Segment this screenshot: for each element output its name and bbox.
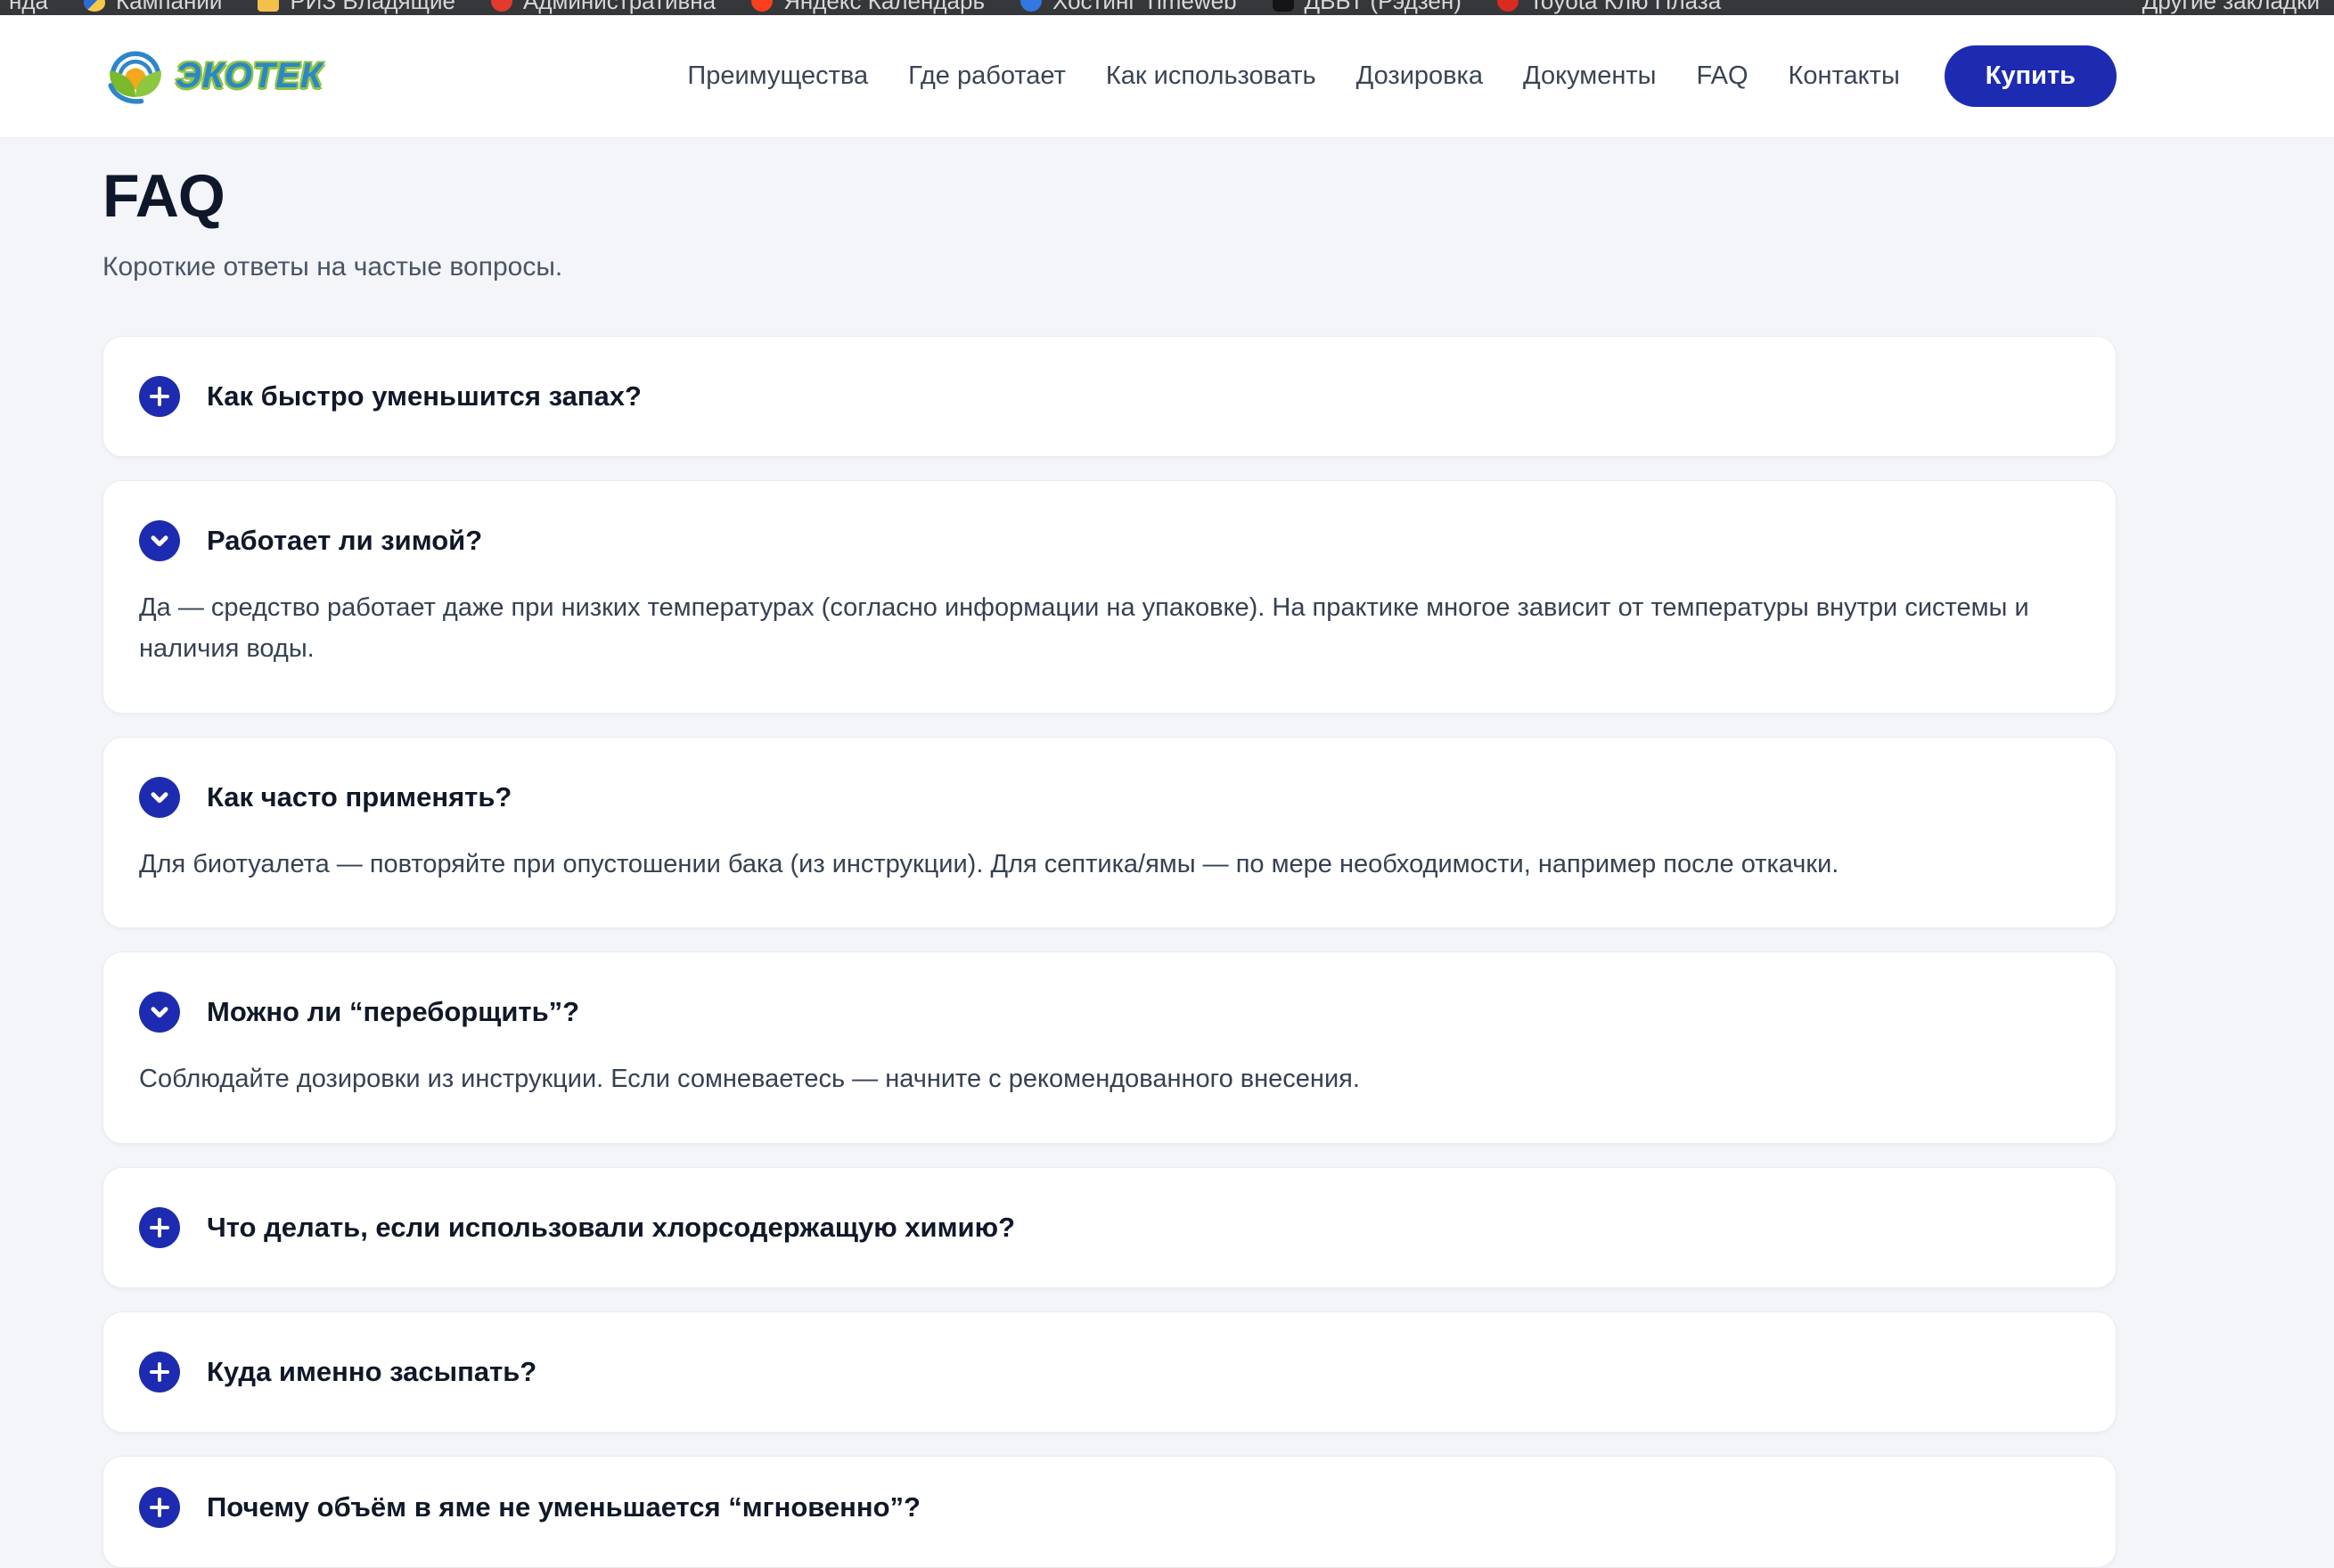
faq-question-toggle[interactable]: Как часто применять? — [139, 777, 2080, 818]
red-badge-icon — [491, 0, 512, 12]
blue-badge-icon — [1020, 0, 1042, 12]
faq-question-label: Что делать, если использовали хлорсодерж… — [207, 1212, 1015, 1244]
bookmark-item[interactable]: Хостинг Timeweb — [1020, 0, 1237, 15]
page-subtitle: Короткие ответы на частые вопросы. — [102, 252, 2117, 282]
bookmark-label: РИЗ Владящие — [290, 0, 455, 15]
plus-icon — [139, 1352, 180, 1392]
other-bookmarks-label: Другие закладки — [2142, 0, 2320, 15]
chevron-down-icon — [139, 520, 180, 561]
faq-card: Можно ли “переборщить”? Соблюдайте дозиро… — [102, 951, 2117, 1144]
bookmark-item[interactable]: РИЗ Владящие — [258, 0, 455, 15]
bookmark-item[interactable]: Кампании — [84, 0, 222, 15]
bookmark-label: Кампании — [116, 0, 222, 15]
faq-question-toggle[interactable]: Куда именно засыпать? — [139, 1352, 2080, 1392]
faq-card: Куда именно засыпать? — [102, 1311, 2117, 1433]
faq-answer: Соблюдайте дозировки из инструкции. Если… — [139, 1059, 2073, 1100]
faq-card: Как часто применять? Для биотуалета — пов… — [102, 737, 2117, 929]
bookmark-item[interactable]: Яндекс Календарь — [751, 0, 985, 15]
logo-leaf-sun-icon — [102, 41, 168, 111]
bookmark-label: нда — [9, 0, 48, 15]
faq-card: Что делать, если использовали хлорсодерж… — [102, 1167, 2117, 1288]
nav-link[interactable]: Дозировка — [1356, 61, 1483, 91]
faq-question-toggle[interactable]: Как быстро уменьшится запах? — [139, 376, 2080, 417]
folder-icon — [258, 0, 279, 12]
bookmark-label: Яндекс Календарь — [783, 0, 985, 15]
faq-question-label: Почему объём в яме не уменьшается “мгнов… — [207, 1491, 921, 1523]
nav-link[interactable]: FAQ — [1697, 61, 1748, 91]
nav-link[interactable]: Преимущества — [687, 61, 868, 91]
faq-question-label: Как быстро уменьшится запах? — [207, 380, 642, 412]
faq-card: Как быстро уменьшится запах? — [102, 336, 2117, 457]
black-badge-icon — [1273, 0, 1294, 12]
red-badge-icon — [1497, 0, 1519, 12]
plus-icon — [139, 1487, 180, 1528]
faq-section: FAQ Короткие ответы на частые вопросы. К… — [102, 161, 2117, 1568]
bookmark-item[interactable]: ДВБТ (Рэдзен) — [1273, 0, 1462, 15]
bookmark-label: ДВБТ (Рэдзен) — [1305, 0, 1462, 15]
bookmark-label: Toyota Клю Плаза — [1529, 0, 1721, 15]
ecotek-logo[interactable]: ЭКОТЕК — [102, 41, 323, 111]
faq-question-label: Куда именно засыпать? — [207, 1356, 536, 1388]
plus-icon — [139, 1207, 180, 1248]
nav-link[interactable]: Контакты — [1789, 61, 1900, 91]
faq-card: Работает ли зимой? Да — средство работает… — [102, 480, 2117, 714]
other-bookmarks-button[interactable]: Другие закладки — [2142, 0, 2320, 15]
buy-button[interactable]: Купить — [1945, 45, 2117, 107]
chevron-down-icon — [139, 992, 180, 1033]
faq-question-toggle[interactable]: Почему объём в яме не уменьшается “мгнов… — [139, 1487, 2080, 1528]
logo-wordmark: ЭКОТЕК — [176, 56, 323, 96]
faq-answer: Для биотуалета — повторяйте при опустоше… — [139, 845, 2073, 886]
faq-question-toggle[interactable]: Что делать, если использовали хлорсодерж… — [139, 1207, 2080, 1248]
bookmark-label: Хостинг Timeweb — [1052, 0, 1237, 15]
faq-question-label: Можно ли “переборщить”? — [207, 996, 579, 1028]
red-badge-icon — [751, 0, 773, 12]
nav-link[interactable]: Где работает — [908, 61, 1066, 91]
nav-link[interactable]: Как использовать — [1106, 61, 1316, 91]
faq-list: Как быстро уменьшится запах? Работает ли … — [102, 336, 2117, 1568]
bookmark-label: Административна — [523, 0, 716, 15]
shield-icon — [84, 0, 105, 12]
chevron-down-icon — [139, 777, 180, 818]
faq-question-label: Как часто применять? — [207, 781, 512, 813]
bookmark-item[interactable]: Toyota Клю Плаза — [1497, 0, 1721, 15]
bookmark-item[interactable]: Административна — [491, 0, 716, 15]
faq-question-toggle[interactable]: Работает ли зимой? — [139, 520, 2080, 561]
faq-card: Почему объём в яме не уменьшается “мгнов… — [102, 1456, 2117, 1568]
plus-icon — [139, 376, 180, 417]
faq-answer: Да — средство работает даже при низких т… — [139, 588, 2073, 670]
page-title: FAQ — [102, 161, 2117, 231]
faq-question-toggle[interactable]: Можно ли “переборщить”? — [139, 992, 2080, 1033]
bookmark-item[interactable]: нда — [0, 0, 48, 15]
faq-question-label: Работает ли зимой? — [207, 525, 482, 557]
bookmarks-bar: нда Кампании РИЗ Владящие Административна Ян… — [0, 0, 2334, 15]
nav-link[interactable]: Документы — [1523, 61, 1657, 91]
site-header: ЭКОТЕК Преимущества Где работает Как испол… — [0, 15, 2334, 138]
main-nav: Преимущества Где работает Как использовать… — [687, 61, 1899, 91]
